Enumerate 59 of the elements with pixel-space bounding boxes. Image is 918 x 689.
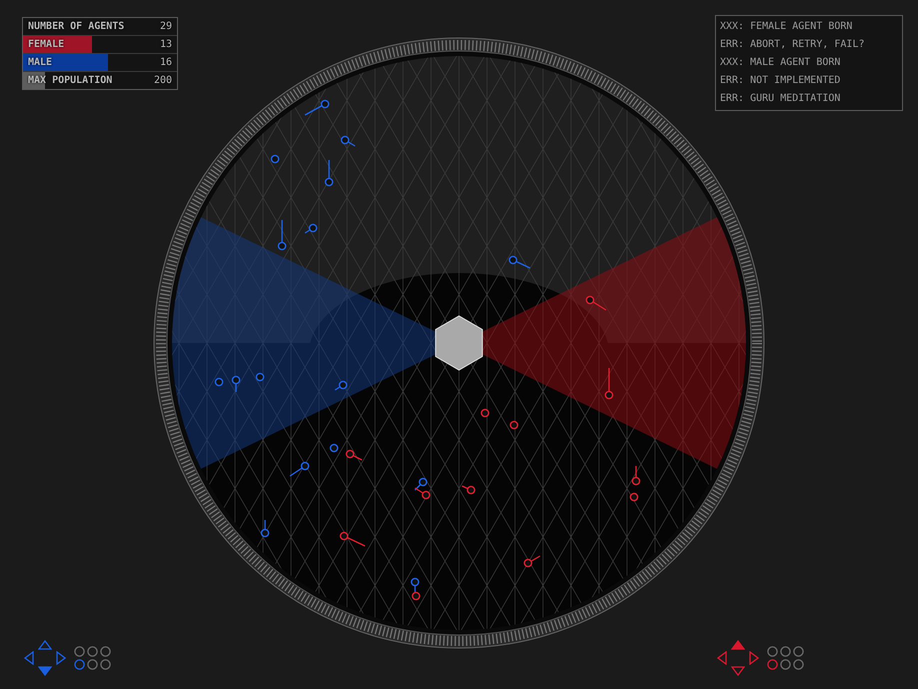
- agent-marker: [232, 376, 240, 392]
- up-arrow-button[interactable]: [38, 640, 52, 650]
- agent-marker: [340, 532, 366, 547]
- log-line: XXX: MALE AGENT BORN: [720, 56, 842, 70]
- up-arrow-button[interactable]: [731, 640, 745, 650]
- agent-marker: [586, 296, 606, 311]
- left-arrow-button[interactable]: [24, 651, 34, 665]
- agent-marker: [214, 378, 224, 386]
- stat-value: 16: [160, 57, 172, 68]
- stat-value: 13: [160, 39, 172, 50]
- agent-marker: [508, 256, 530, 269]
- agent-marker: [510, 420, 518, 430]
- slot-circle[interactable]: [87, 646, 98, 657]
- agent-marker: [304, 224, 318, 234]
- stat-label: NUMBER OF AGENTS: [28, 21, 124, 32]
- slot-circle[interactable]: [74, 646, 85, 657]
- slot-circle[interactable]: [793, 646, 804, 657]
- slot-circle[interactable]: [767, 659, 778, 670]
- agent-marker: [324, 160, 334, 186]
- log-line: ERR: NOT IMPLEMENTED: [720, 74, 842, 88]
- agent-marker: [330, 444, 338, 452]
- down-arrow-button[interactable]: [731, 666, 745, 676]
- agent-marker: [334, 380, 348, 391]
- stat-label: FEMALE: [28, 39, 64, 50]
- agent-marker: [290, 462, 310, 477]
- log-line: ERR: GURU MEDITATION: [720, 92, 842, 106]
- agent-marker: [462, 485, 476, 494]
- stat-value: 29: [160, 21, 172, 32]
- agent-marker: [260, 520, 270, 538]
- slot-circle[interactable]: [780, 659, 791, 670]
- agent-marker: [480, 408, 490, 418]
- slot-circle[interactable]: [780, 646, 791, 657]
- agent-marker: [304, 100, 330, 116]
- stat-value: 200: [154, 75, 172, 86]
- agent-marker: [604, 368, 614, 400]
- hexagon-icon: [435, 315, 483, 371]
- agent-marker: [346, 450, 362, 461]
- slot-circle[interactable]: [793, 659, 804, 670]
- agent-marker: [414, 478, 428, 490]
- agent-marker: [256, 372, 264, 382]
- right-arrow-button[interactable]: [749, 651, 759, 665]
- agent-marker: [414, 487, 430, 500]
- right-arrow-button[interactable]: [56, 651, 66, 665]
- log-line: ERR: ABORT, RETRY, FAIL?: [720, 38, 866, 52]
- down-arrow-button[interactable]: [38, 666, 52, 676]
- agent-marker: [278, 220, 286, 250]
- agent-marker: [632, 466, 640, 486]
- agent-marker: [630, 492, 638, 502]
- agent-marker: [340, 136, 356, 147]
- agent-marker: [270, 154, 280, 164]
- agent-marker: [524, 555, 540, 568]
- log-line: XXX: FEMALE AGENT BORN: [720, 20, 854, 34]
- slot-circle[interactable]: [74, 659, 85, 670]
- slot-circle[interactable]: [87, 659, 98, 670]
- slot-circle[interactable]: [100, 646, 111, 657]
- slot-circle[interactable]: [767, 646, 778, 657]
- slot-circle[interactable]: [100, 659, 111, 670]
- left-arrow-button[interactable]: [717, 651, 727, 665]
- stat-label: MALE: [28, 57, 52, 68]
